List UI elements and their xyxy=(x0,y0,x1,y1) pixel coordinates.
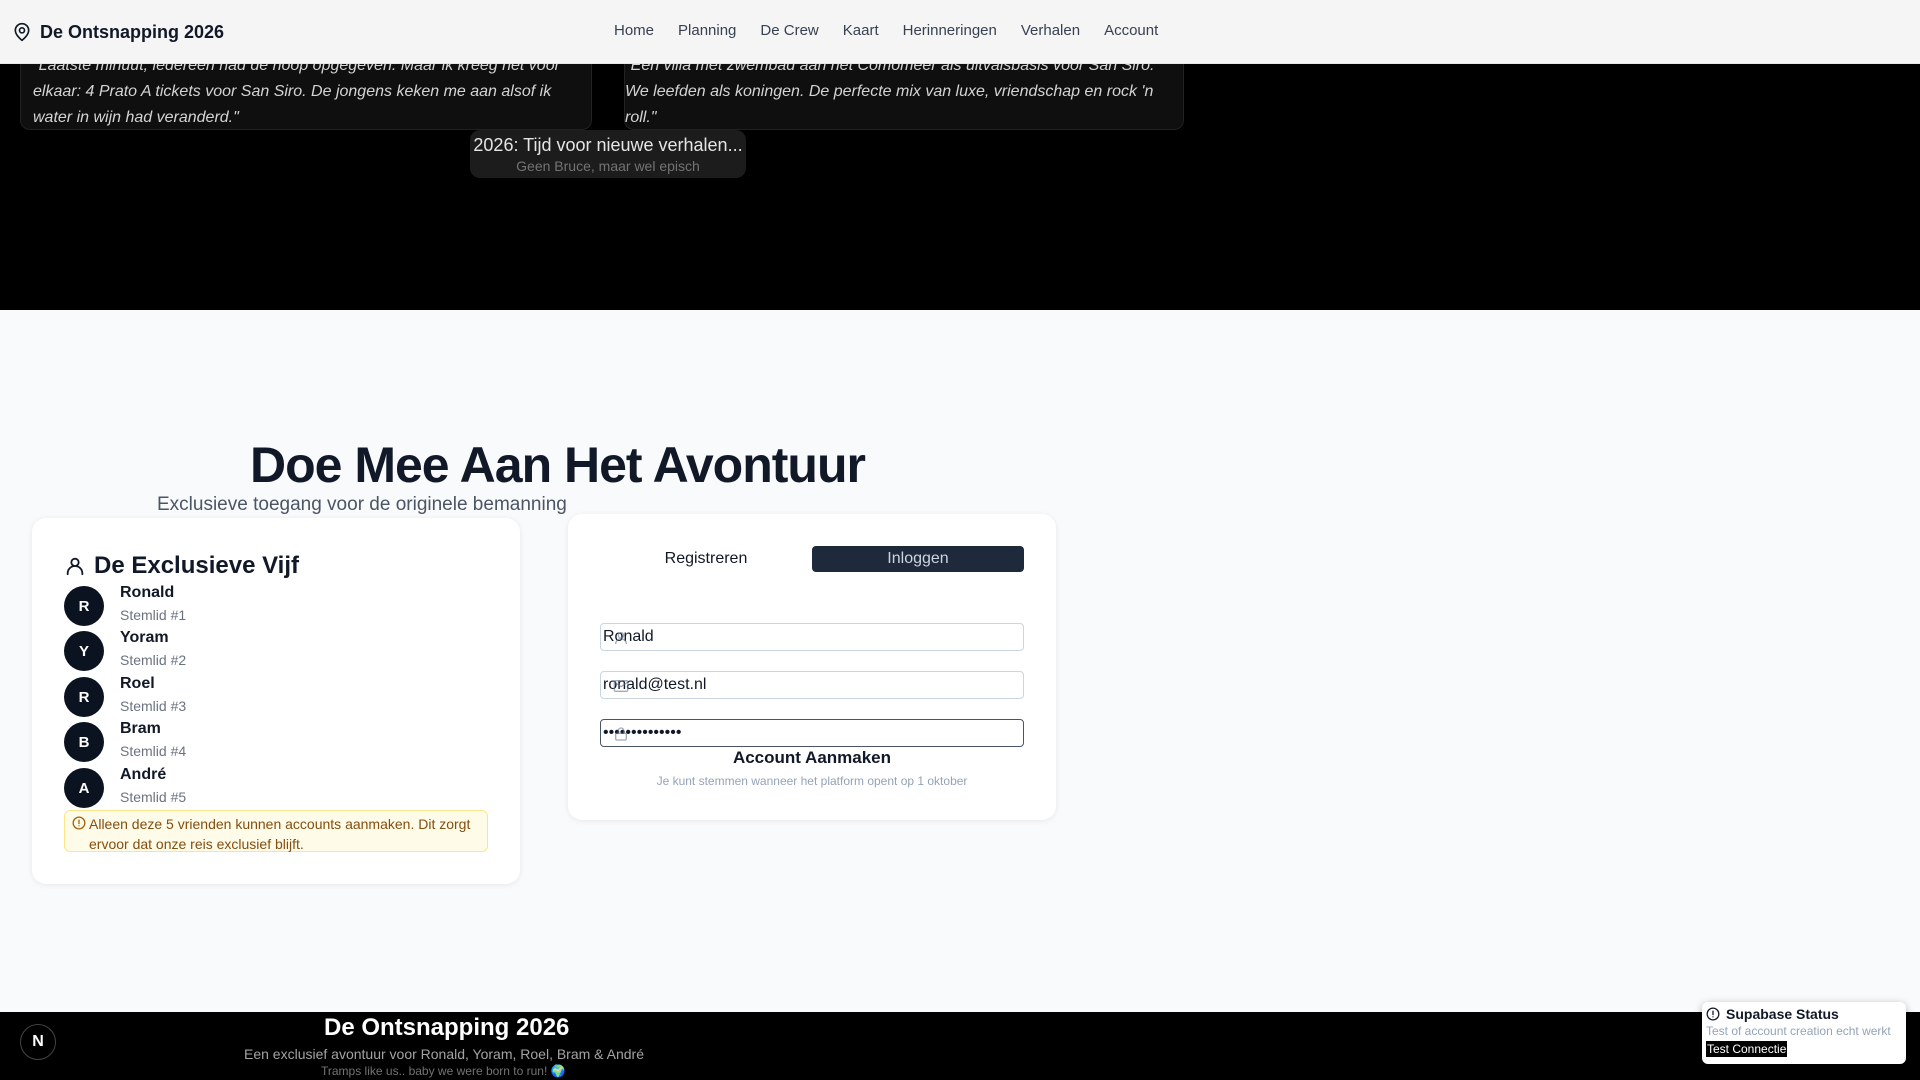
create-account-button[interactable]: Account Aanmaken xyxy=(600,748,1024,768)
member-name: Roel xyxy=(120,675,155,692)
crew-member: Y Yoram Stemlid #2 xyxy=(64,629,187,671)
member-role: Stemlid #4 xyxy=(120,743,187,759)
tab-registreren[interactable]: Registreren xyxy=(600,546,812,572)
email-field[interactable] xyxy=(600,671,1024,699)
new-stories-subtitle: Geen Bruce, maar wel episch xyxy=(516,158,700,174)
status-header: Supabase Status xyxy=(1706,1006,1906,1022)
test-connection-button[interactable]: Test Connectie xyxy=(1706,1041,1788,1057)
nav-kaart[interactable]: Kaart xyxy=(843,22,879,39)
alert-circle-icon xyxy=(1706,1007,1720,1021)
user-icon xyxy=(66,557,84,576)
avatar: A xyxy=(64,768,104,808)
new-stories-title: 2026: Tijd voor nieuwe verhalen... xyxy=(473,135,743,155)
email-input[interactable] xyxy=(603,676,1023,694)
member-role: Stemlid #2 xyxy=(120,652,187,668)
tab-inloggen[interactable]: Inloggen xyxy=(812,546,1024,572)
main-nav: Home Planning De Crew Kaart Herinneringe… xyxy=(614,22,1158,39)
exclusive-notice: Alleen deze 5 vrienden kunnen accounts a… xyxy=(64,810,488,852)
auth-tabs: Registreren Inloggen xyxy=(600,546,1024,572)
crew-header: De Exclusieve Vijf xyxy=(64,552,299,580)
member-role: Stemlid #5 xyxy=(120,789,187,805)
member-role: Stemlid #1 xyxy=(120,607,187,623)
map-pin-icon xyxy=(14,22,30,42)
alert-circle-icon xyxy=(72,816,86,830)
new-stories-pill: 2026: Tijd voor nieuwe verhalen... Geen … xyxy=(470,130,746,178)
brand-title: De Ontsnapping 2026 xyxy=(40,21,225,42)
member-role: Stemlid #3 xyxy=(120,698,187,714)
nav-verhalen[interactable]: Verhalen xyxy=(1021,22,1080,39)
nav-herinneringen[interactable]: Herinneringen xyxy=(903,22,997,39)
footer: N De Ontsnapping 2026 Een exclusief avon… xyxy=(0,1012,1920,1080)
name-field[interactable] xyxy=(600,623,1024,651)
supabase-status-panel: Supabase Status Test of account creation… xyxy=(1702,1002,1906,1064)
crew-member: A André Stemlid #5 xyxy=(64,766,187,808)
password-field[interactable]: •••••••••••••• xyxy=(600,719,1024,747)
crew-member: R Ronald Stemlid #1 xyxy=(64,584,187,626)
footer-subtitle: Een exclusief avontuur voor Ronald, Yora… xyxy=(244,1046,644,1062)
nav-home[interactable]: Home xyxy=(614,22,654,39)
auth-form-card: Registreren Inloggen •••••••••••••• Acco… xyxy=(568,514,1056,820)
footer-title: De Ontsnapping 2026 xyxy=(324,1014,570,1041)
avatar: R xyxy=(64,586,104,626)
mail-icon xyxy=(613,680,629,692)
nav-planning[interactable]: Planning xyxy=(678,22,736,39)
nav-de-crew[interactable]: De Crew xyxy=(760,22,818,39)
nav-account[interactable]: Account xyxy=(1104,22,1158,39)
member-name: Ronald xyxy=(120,584,175,601)
voting-hint: Je kunt stemmen wanneer het platform ope… xyxy=(656,774,968,788)
crew-member: B Bram Stemlid #4 xyxy=(64,720,187,762)
member-name: Bram xyxy=(120,720,161,737)
brand[interactable]: De Ontsnapping 2026 xyxy=(12,20,224,44)
member-name: Yoram xyxy=(120,629,169,646)
crew-title: De Exclusieve Vijf xyxy=(94,552,300,579)
crew-member: R Roel Stemlid #3 xyxy=(64,675,187,717)
footer-tagline: Tramps like us.. baby we were born to ru… xyxy=(321,1064,566,1078)
crew-card: De Exclusieve Vijf R Ronald Stemlid #1 Y … xyxy=(32,518,520,884)
top-navbar: De Ontsnapping 2026 Home Planning De Cre… xyxy=(0,0,1920,64)
avatar: Y xyxy=(64,631,104,671)
status-description: Test of account creation echt werkt xyxy=(1706,1024,1891,1038)
lock-icon xyxy=(615,727,627,741)
status-title: Supabase Status xyxy=(1726,1006,1839,1022)
story-quote: "Een villa met zwembad aan het Comomeer … xyxy=(625,57,1155,126)
join-title: Doe Mee Aan Het Avontuur xyxy=(250,437,866,493)
avatar: R xyxy=(64,677,104,717)
story-quote: "Laatste minuut, iedereen had de hoop op… xyxy=(33,57,560,126)
name-input[interactable] xyxy=(603,628,1023,646)
notice-text: Alleen deze 5 vrienden kunnen accounts a… xyxy=(89,816,471,852)
next-dev-badge[interactable]: N xyxy=(20,1024,56,1060)
join-subtitle: Exclusieve toegang voor de originele bem… xyxy=(157,494,567,515)
avatar: B xyxy=(64,722,104,762)
member-name: André xyxy=(120,766,167,783)
user-icon xyxy=(615,632,627,645)
